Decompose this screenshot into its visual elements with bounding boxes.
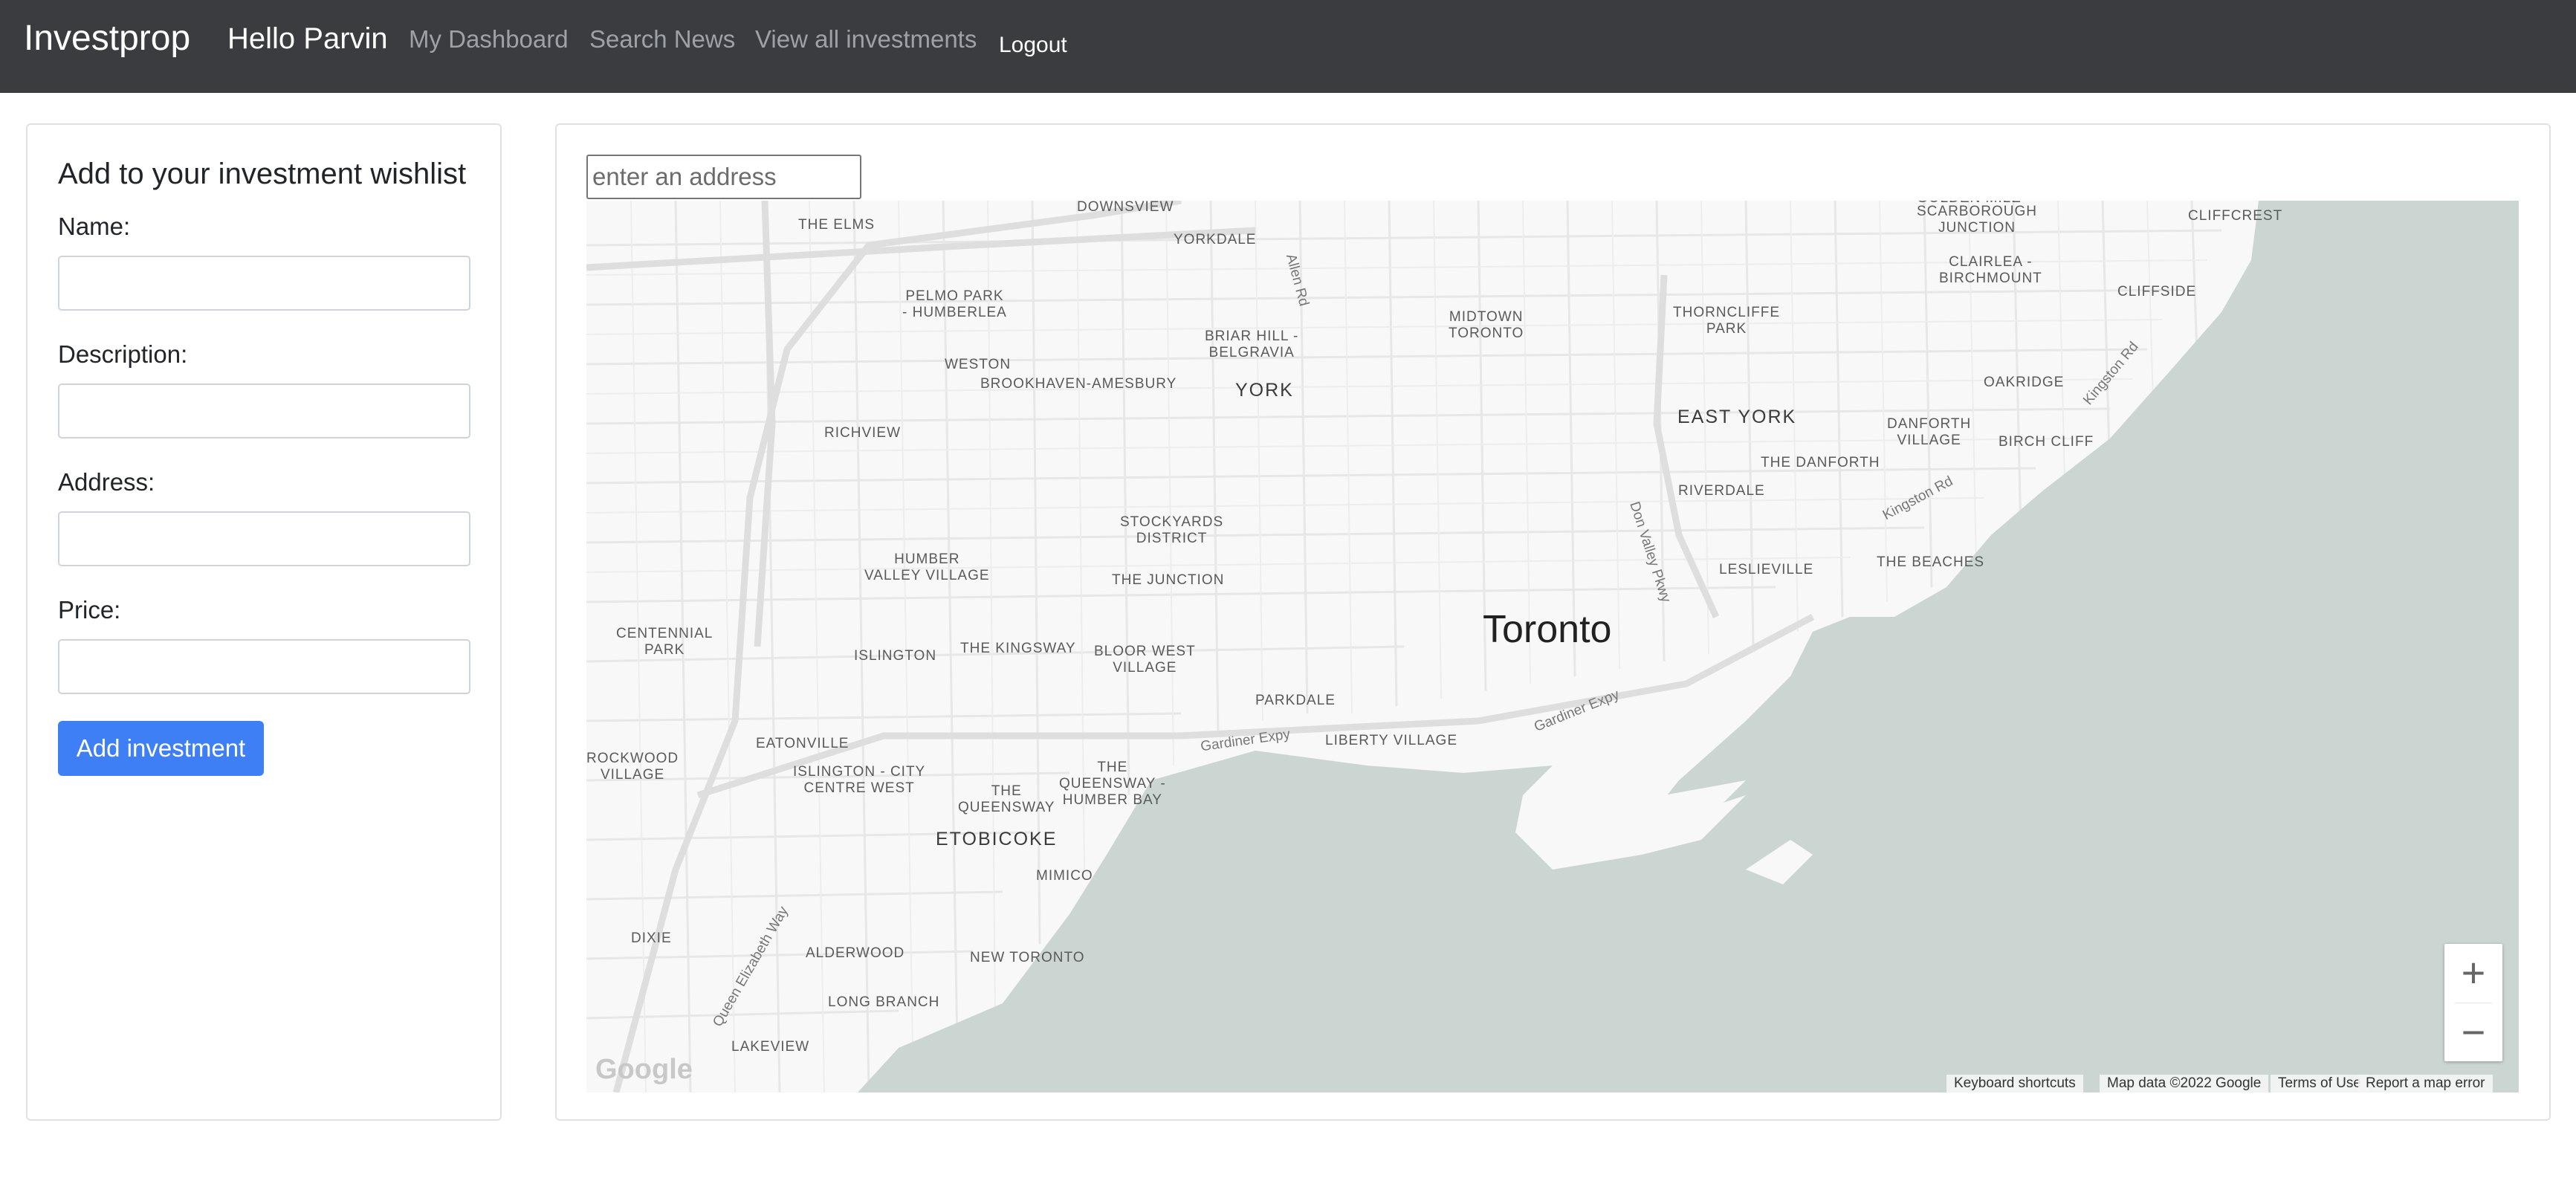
report-map-error-link[interactable]: Report a map error	[2358, 1075, 2493, 1092]
map-label-the-junction: THE JUNCTION	[1112, 572, 1225, 588]
map-label-the-elms: THE ELMS	[798, 217, 876, 233]
map-label-etobicoke: ETOBICOKE	[936, 829, 1058, 849]
map-label-mimico: MIMICO	[1036, 868, 1093, 884]
map-label-eatonville: EATONVILLE	[756, 736, 850, 751]
map-label-rockwood-village: ROCKWOOD VILLAGE	[586, 751, 679, 783]
map-view[interactable]: DOWNSVIEW YORKDALE THE ELMS PELMO PARK -…	[586, 201, 2519, 1092]
map-label-cliffside: CLIFFSIDE	[2117, 284, 2197, 300]
map-label-bloor-west-village: BLOOR WEST VILLAGE	[1094, 644, 1196, 676]
map-label-downsview: DOWNSVIEW	[1077, 201, 1174, 215]
logout-button[interactable]: Logout	[999, 33, 1067, 58]
map-label-briar-hill: BRIAR HILL - BELGRAVIA	[1205, 328, 1299, 360]
map-label-dixie: DIXIE	[631, 930, 672, 946]
map-label-brookhaven-amesbury: BROOKHAVEN-AMESBURY	[980, 376, 1177, 392]
map-label-lakeview: LAKEVIEW	[731, 1039, 810, 1055]
google-logo[interactable]: Google	[595, 1054, 693, 1086]
nav-view-all-investments[interactable]: View all investments	[755, 25, 977, 54]
map-label-york: YORK	[1235, 380, 1294, 401]
terms-of-use-link[interactable]: Terms of Use	[2271, 1075, 2369, 1092]
map-label-alderwood: ALDERWOOD	[806, 945, 905, 961]
nav-my-dashboard[interactable]: My Dashboard	[409, 25, 569, 54]
name-label: Name:	[58, 213, 131, 240]
map-label-liberty-village: LIBERTY VILLAGE	[1325, 733, 1457, 748]
price-label: Price:	[58, 596, 121, 624]
user-greeting: Hello Parvin	[227, 22, 388, 55]
map-zoom-controls: + −	[2444, 944, 2502, 1061]
map-label-the-beaches: THE BEACHES	[1877, 554, 1985, 570]
map-label-riverdale: RIVERDALE	[1678, 483, 1765, 499]
description-input[interactable]	[58, 383, 470, 438]
map-label-cliffcrest: CLIFFCREST	[2188, 208, 2283, 224]
map-label-birch-cliff: BIRCH CLIFF	[1999, 434, 2094, 450]
add-investment-button[interactable]: Add investment	[58, 721, 264, 776]
map-data-attribution: Map data ©2022 Google	[2100, 1075, 2269, 1092]
map-label-the-kingsway: THE KINGSWAY	[960, 641, 1076, 656]
map-label-the-danforth: THE DANFORTH	[1761, 455, 1880, 470]
map-label-toronto: Toronto	[1483, 608, 1612, 651]
map-label-humber-valley-village: HUMBER VALLEY VILLAGE	[864, 551, 990, 583]
top-navbar: Investprop Hello Parvin My Dashboard Sea…	[0, 0, 2576, 93]
map-label-east-york: EAST YORK	[1677, 407, 1797, 427]
map-address-search-input[interactable]	[586, 155, 861, 199]
address-input[interactable]	[58, 511, 470, 566]
brand-logo[interactable]: Investprop	[24, 18, 190, 59]
keyboard-shortcuts-link[interactable]: Keyboard shortcuts	[1946, 1075, 2083, 1092]
zoom-in-button[interactable]: +	[2444, 944, 2502, 1002]
map-label-new-toronto: NEW TORONTO	[970, 950, 1085, 965]
investment-form-card: Add to your investment wishlist Name: De…	[26, 123, 502, 1121]
map-label-oakridge: OAKRIDGE	[1984, 375, 2065, 390]
map-label-golden-mile: GOLDEN MILE	[1917, 201, 2022, 207]
price-input[interactable]	[58, 639, 470, 694]
map-label-richview: RICHVIEW	[824, 425, 901, 441]
map-card: DOWNSVIEW YORKDALE THE ELMS PELMO PARK -…	[555, 123, 2551, 1121]
map-label-the-queensway-humber-bay: THE QUEENSWAY - HUMBER BAY	[1059, 760, 1166, 808]
map-label-danforth-village: DANFORTH VILLAGE	[1887, 416, 1972, 448]
map-label-long-branch: LONG BRANCH	[828, 994, 940, 1010]
map-label-stockyards-district: STOCKYARDS DISTRICT	[1120, 514, 1224, 546]
map-label-clairlea-birchmount: CLAIRLEA - BIRCHMOUNT	[1939, 254, 2042, 286]
form-title: Add to your investment wishlist	[58, 158, 467, 190]
map-label-the-queensway: THE QUEENSWAY	[958, 783, 1055, 815]
map-label-thorncliffe-park: THORNCLIFFE PARK	[1673, 305, 1780, 337]
name-input[interactable]	[58, 256, 470, 311]
map-label-leslieville: LESLIEVILLE	[1719, 562, 1814, 577]
map-label-weston: WESTON	[945, 357, 1012, 372]
map-label-islington-city-centre-west: ISLINGTON - CITY CENTRE WEST	[793, 764, 926, 796]
map-label-pelmo-park: PELMO PARK - HUMBERLEA	[902, 288, 1007, 320]
map-label-midtown-toronto: MIDTOWN TORONTO	[1449, 309, 1524, 341]
map-label-centennial-park: CENTENNIAL PARK	[616, 626, 713, 658]
description-label: Description:	[58, 340, 188, 368]
zoom-out-button[interactable]: −	[2444, 1003, 2502, 1061]
map-label-islington: ISLINGTON	[854, 648, 937, 664]
nav-search-news[interactable]: Search News	[589, 25, 735, 54]
address-label: Address:	[58, 468, 155, 496]
map-label-parkdale: PARKDALE	[1255, 693, 1336, 708]
map-label-scarborough-junction: SCARBOROUGH JUNCTION	[1917, 204, 2037, 236]
map-label-yorkdale: YORKDALE	[1174, 232, 1257, 247]
